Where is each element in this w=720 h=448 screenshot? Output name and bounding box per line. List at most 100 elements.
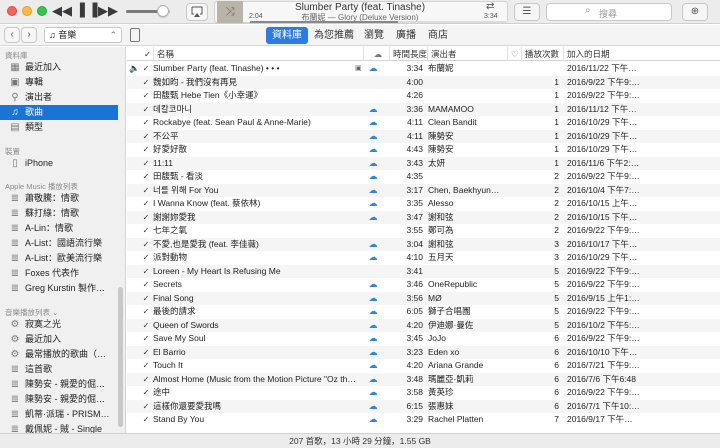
song-menu-icon[interactable]: ▣ — [355, 62, 362, 75]
row-checkbox[interactable]: ✓ — [141, 143, 151, 156]
row-checkbox[interactable]: ✓ — [141, 278, 151, 291]
cloud-column-header[interactable]: ☁ — [363, 47, 389, 61]
cloud-download-icon[interactable]: ☁ — [363, 170, 383, 183]
back-button[interactable]: ‹ — [4, 27, 20, 43]
table-row[interactable]: ✓ 好愛好散 ☁ 4:43 陳勢安 1 2016/10/29 下午… — [127, 143, 720, 156]
cloud-download-icon[interactable]: ☁ — [363, 211, 383, 224]
table-row[interactable]: ✓ 田馥甄 Hebe Tien《小幸運》 4:26 1 2016/9/22 下午9:… — [127, 89, 720, 102]
sidebar-item-library-4[interactable]: ▤ 類型 — [0, 120, 118, 135]
table-row[interactable]: ✓ Touch It ☁ 4:20 Ariana Grande 6 2016/7/21 下午… — [127, 359, 720, 372]
cloud-download-icon[interactable]: ☁ — [363, 386, 383, 399]
sidebar-item-library-3[interactable]: ♫ 歌曲 — [0, 105, 118, 120]
sidebar-item-music_playlists-4[interactable]: ≣ 陳勢安 - 親愛的倔… — [0, 377, 118, 392]
cloud-download-icon[interactable]: ☁ — [363, 103, 383, 116]
row-checkbox[interactable]: ✓ — [141, 332, 151, 345]
table-row[interactable]: ✓ 這樣你還要愛我嗎 ☁ 6:15 張惠妹 6 2016/7/1 下午10:… — [127, 399, 720, 413]
row-checkbox[interactable]: ✓ — [141, 413, 151, 426]
sidebar-item-applemusic-1[interactable]: ≣ 蘇打綠：情歌 — [0, 206, 118, 221]
table-row[interactable]: ✓ 途中 ☁ 3:58 黃英珍 6 2016/9/22 下午9:… — [127, 386, 720, 399]
sidebar-item-music_playlists-5[interactable]: ≣ 陳勢安 - 親愛的倔… — [0, 392, 118, 407]
volume-knob[interactable] — [157, 5, 170, 17]
row-checkbox[interactable]: ✓ — [141, 197, 151, 210]
table-row[interactable]: ✓ 11:11 ☁ 3:43 太妍 1 2016/11/6 下午2:… — [127, 156, 720, 170]
table-row[interactable]: ✓ 魏如昀 - 我們沒有再見 4:00 1 2016/9/22 下午9:… — [127, 75, 720, 89]
row-checkbox[interactable]: ✓ — [141, 292, 151, 305]
table-row[interactable]: ✓ Stand By You ☁ 3:29 Rachel Platten 7 2016/9/… — [127, 413, 720, 426]
sidebar-item-applemusic-3[interactable]: ≣ A-List：國語流行樂 — [0, 236, 118, 251]
table-row[interactable]: ✓ Rockabye (feat. Sean Paul & Anne-Marie)… — [127, 116, 720, 129]
cloud-download-icon[interactable]: ☁ — [363, 413, 383, 426]
table-row[interactable]: ✓ Loreen - My Heart Is Refusing Me 3:41 5 20… — [127, 264, 720, 278]
plays-column-header[interactable]: 播放次數 — [521, 47, 563, 61]
forward-button[interactable]: › — [21, 27, 37, 43]
time-column-header[interactable]: 時間長度 — [389, 47, 427, 61]
cloud-download-icon[interactable]: ☁ — [363, 143, 383, 156]
cloud-download-icon[interactable]: ☁ — [363, 373, 383, 386]
close-window-button[interactable] — [7, 6, 17, 16]
table-row[interactable]: ✓ 七年之氧 3:55 鄭可為 2 2016/9/22 下午9:… — [127, 224, 720, 237]
sidebar-item-music_playlists-3[interactable]: ≣ 這首歌 — [0, 362, 118, 377]
row-checkbox[interactable]: ✓ — [141, 400, 151, 413]
sidebar-item-music_playlists-0[interactable]: ⚙ 寂寞之光 — [0, 317, 118, 332]
tab-0[interactable]: 資料庫 — [266, 27, 308, 44]
table-row[interactable]: ✓ Queen of Swords ☁ 4:20 伊迪娜·曼佐 5 2016/10/2 下午… — [127, 318, 720, 332]
zoom-window-button[interactable] — [37, 6, 47, 16]
row-checkbox[interactable]: ✓ — [141, 359, 151, 372]
downloads-button[interactable]: ⊕ — [682, 3, 708, 21]
table-row[interactable]: ✓ El Barrio ☁ 3:23 Eden xo 6 2016/10/10 下午… — [127, 345, 720, 359]
next-track-button[interactable]: ▶▶ — [98, 3, 118, 19]
sidebar-item-applemusic-4[interactable]: ≣ A-List：歐美流行樂 — [0, 251, 118, 266]
table-row[interactable]: ✓ 너를 위해 For You ☁ 3:17 Chen, Baekhyun… 2 2016/… — [127, 183, 720, 197]
tab-2[interactable]: 瀏覽 — [358, 27, 390, 44]
sidebar-item-library-2[interactable]: ⚲ 演出者 — [0, 90, 118, 105]
table-row[interactable]: ✓ 不公平 ☁ 4:11 陳勢安 1 2016/10/29 下午… — [127, 129, 720, 143]
album-artwork[interactable]: ⤨ — [217, 1, 243, 23]
sidebar-item-applemusic-2[interactable]: ≣ A-Lin：情歌 — [0, 221, 118, 236]
table-row[interactable]: ✓ I Wanna Know (feat. 蔡依林) ☁ 3:35 Alesso 2 201… — [127, 197, 720, 210]
cloud-download-icon[interactable]: ☁ — [363, 319, 383, 332]
row-checkbox[interactable]: ✓ — [141, 224, 151, 237]
cloud-download-icon[interactable]: ☁ — [363, 238, 383, 251]
cloud-download-icon[interactable]: ☁ — [363, 116, 383, 129]
row-checkbox[interactable]: ✓ — [141, 211, 151, 224]
table-row[interactable]: ✓ Almost Home (Music from the Motion Pict… — [127, 372, 720, 386]
cloud-download-icon[interactable]: ☁ — [363, 62, 383, 75]
tab-4[interactable]: 商店 — [422, 27, 454, 44]
row-checkbox[interactable]: ✓ — [141, 130, 151, 143]
cloud-download-icon[interactable]: ☁ — [363, 305, 383, 318]
cloud-download-icon[interactable]: ☁ — [363, 359, 383, 372]
table-row[interactable]: ✓ 不愛,也是愛我 (feat. 李佳薇) ☁ 3:04 謝和弦 3 2016/10/17 … — [127, 237, 720, 251]
row-checkbox[interactable]: ✓ — [141, 184, 151, 197]
tab-1[interactable]: 為您推薦 — [308, 27, 360, 44]
row-checkbox[interactable]: ✓ — [141, 373, 151, 386]
cloud-download-icon[interactable]: ☁ — [363, 184, 383, 197]
cloud-download-icon[interactable]: ☁ — [363, 157, 383, 170]
table-row[interactable]: ✓ Secrets ☁ 3:46 OneRepublic 5 2016/9/22 下午9:… — [127, 278, 720, 291]
sidebar-item-music_playlists-2[interactable]: ⚙ 最常播放的歌曲（… — [0, 347, 118, 362]
cloud-download-icon[interactable]: ☁ — [363, 346, 383, 359]
date-column-header[interactable]: 加入的日期 — [563, 47, 720, 61]
repeat-button[interactable]: ⇄ — [486, 1, 494, 12]
table-row[interactable]: 🔈 ✓ Slumber Party (feat. Tinashe) • • • ▣ ☁ 3… — [127, 62, 720, 75]
table-row[interactable]: ✓ Final Song ☁ 3:56 MØ 5 2016/9/15 上午1:… — [127, 291, 720, 305]
tab-3[interactable]: 廣播 — [390, 27, 422, 44]
check-column-header[interactable]: ✓ — [141, 47, 153, 61]
sidebar-item-applemusic-0[interactable]: ≣ 蕭敬騰：情歌 — [0, 191, 118, 206]
row-checkbox[interactable]: ✓ — [141, 265, 151, 278]
sidebar-item-devices-0[interactable]: ▯ iPhone — [0, 156, 118, 171]
table-row[interactable]: ✓ Save My Soul ☁ 3:45 JoJo 6 2016/9/22 下午9:… — [127, 332, 720, 345]
cloud-download-icon[interactable]: ☁ — [363, 332, 383, 345]
cloud-download-icon[interactable]: ☁ — [363, 292, 383, 305]
row-checkbox[interactable]: ✓ — [141, 89, 151, 102]
row-checkbox[interactable]: ✓ — [141, 238, 151, 251]
sidebar-item-library-0[interactable]: ▦ 最近加入 — [0, 60, 118, 75]
row-checkbox[interactable]: ✓ — [141, 116, 151, 129]
cloud-download-icon[interactable]: ☁ — [363, 130, 383, 143]
source-select[interactable]: ♫ 音樂 ⌃ — [44, 27, 122, 43]
row-checkbox[interactable]: ✓ — [141, 76, 151, 89]
row-checkbox[interactable]: ✓ — [141, 251, 151, 264]
row-checkbox[interactable]: ✓ — [141, 319, 151, 332]
table-row[interactable]: ✓ 데칼코마니 ☁ 3:36 MAMAMOO 1 2016/11/12 下午… — [127, 102, 720, 116]
table-row[interactable]: ✓ 派對動物 ☁ 4:10 五月天 3 2016/10/29 下午… — [127, 251, 720, 264]
cloud-download-icon[interactable]: ☁ — [363, 278, 383, 291]
